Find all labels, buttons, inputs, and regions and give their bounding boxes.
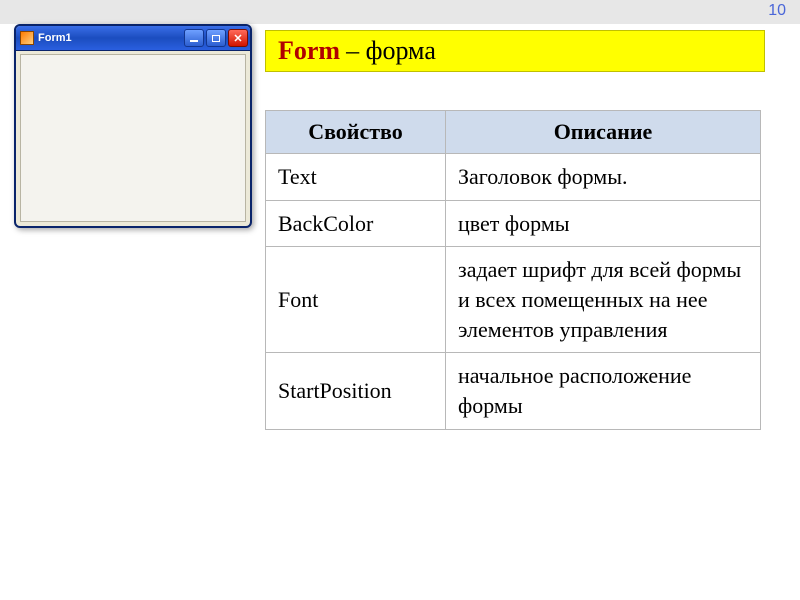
cell-property: BackColor [266,200,446,247]
app-icon [20,31,34,45]
form-titlebar[interactable]: Form1 ✕ [16,26,250,51]
cell-description: начальное расположение формы [446,353,761,429]
heading-bar: Form – форма [265,30,765,72]
page-number: 10 [768,2,786,20]
maximize-icon [212,35,220,42]
heading-strong: Form [278,36,340,66]
header-property: Свойство [266,111,446,154]
form-client-area [20,54,246,222]
heading-rest: – форма [346,36,436,66]
table-row: Text Заголовок формы. [266,154,761,201]
table-row: StartPosition начальное расположение фор… [266,353,761,429]
table-row: BackColor цвет формы [266,200,761,247]
form-title-left: Form1 [20,31,72,45]
form-title: Form1 [38,32,72,44]
slide: 10 Form – форма Form1 ✕ [0,0,800,600]
close-button[interactable]: ✕ [228,29,248,47]
maximize-button[interactable] [206,29,226,47]
cell-property: StartPosition [266,353,446,429]
cell-property: Text [266,154,446,201]
properties-table: Свойство Описание Text Заголовок формы. … [265,110,761,430]
minimize-button[interactable] [184,29,204,47]
form-title-buttons: ✕ [184,29,248,47]
table-header-row: Свойство Описание [266,111,761,154]
form-window: Form1 ✕ [14,24,252,228]
close-icon: ✕ [233,32,242,45]
table-row: Font задает шрифт для всей формы и всех … [266,247,761,353]
minimize-icon [190,40,198,42]
top-bar: 10 [0,0,800,24]
header-description: Описание [446,111,761,154]
cell-property: Font [266,247,446,353]
cell-description: задает шрифт для всей формы и всех помещ… [446,247,761,353]
cell-description: Заголовок формы. [446,154,761,201]
cell-description: цвет формы [446,200,761,247]
